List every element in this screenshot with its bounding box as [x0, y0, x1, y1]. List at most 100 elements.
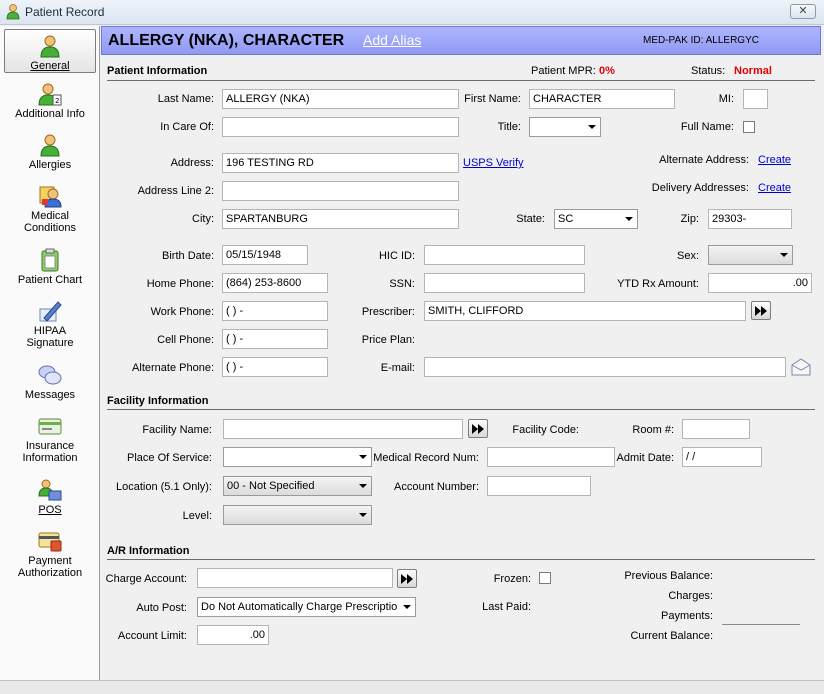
level-select[interactable]	[223, 505, 372, 525]
alt-address-label: Alternate Address:	[659, 154, 749, 166]
sidebar-item-insurance-information[interactable]: Insurance Information	[4, 414, 96, 464]
cell-phone-label: Cell Phone:	[157, 334, 214, 346]
facility-name-input[interactable]	[223, 419, 463, 439]
account-number-input[interactable]	[487, 476, 591, 496]
sidebar-item-label-2: Signature	[26, 337, 74, 349]
svg-text:2: 2	[55, 97, 59, 105]
account-limit-input[interactable]: .00	[197, 625, 269, 645]
fast-forward-icon	[472, 424, 484, 434]
mi-label: MI:	[718, 93, 734, 105]
address-input[interactable]: 196 TESTING RD	[222, 153, 459, 173]
price-plan-label: Price Plan:	[361, 334, 415, 346]
sex-select[interactable]	[708, 245, 793, 265]
first-name-input[interactable]: CHARACTER	[529, 89, 675, 109]
sidebar-item-patient-chart[interactable]: Patient Chart	[4, 248, 96, 286]
chevron-down-icon	[359, 455, 367, 459]
ssn-label: SSN:	[389, 278, 415, 290]
frozen-label: Frozen:	[493, 573, 531, 585]
chat-bubbles-icon	[38, 365, 62, 385]
email-input[interactable]	[424, 357, 786, 377]
mi-input[interactable]	[743, 89, 768, 109]
hic-id-input[interactable]	[424, 245, 585, 265]
state-select[interactable]: SC	[554, 209, 638, 229]
delivery-create-link[interactable]: Create	[758, 182, 791, 194]
status-bar	[0, 680, 824, 694]
title-label: Title:	[497, 121, 521, 133]
sidebar-item-pos[interactable]: POS	[4, 478, 96, 516]
status-label: Status:	[691, 65, 726, 77]
work-phone-label: Work Phone:	[150, 306, 214, 318]
ar-info-title: A/R Information	[107, 545, 190, 557]
sidebar-item-label-2: Information	[22, 452, 78, 464]
sidebar: General 2 Additional Info Allergies Medi…	[0, 26, 100, 680]
zip-label: Zip:	[680, 213, 699, 225]
envelope-icon[interactable]	[791, 358, 811, 376]
work-phone-input[interactable]: ( ) -	[222, 301, 328, 321]
address2-input[interactable]	[222, 181, 459, 201]
cell-phone-input[interactable]: ( ) -	[222, 329, 328, 349]
facility-lookup-button[interactable]	[468, 419, 488, 438]
prescriber-label: Prescriber:	[361, 306, 415, 318]
address-label: Address:	[170, 157, 214, 169]
medical-record-num-input[interactable]	[487, 447, 615, 467]
last-name-input[interactable]: ALLERGY (NKA)	[222, 89, 459, 109]
alternate-phone-input[interactable]: ( ) -	[222, 357, 328, 377]
insurance-card-icon	[38, 418, 62, 435]
location-select[interactable]: 00 - Not Specified	[223, 476, 372, 496]
sidebar-item-allergies[interactable]: Allergies	[4, 133, 96, 171]
sidebar-item-label: Additional Info	[15, 108, 85, 120]
place-of-service-select[interactable]	[223, 447, 372, 467]
city-label: City:	[192, 213, 214, 225]
add-alias-link[interactable]: Add Alias	[363, 32, 421, 48]
last-name-label: Last Name:	[157, 93, 214, 105]
birth-date-input[interactable]: 05/15/1948	[222, 245, 308, 265]
auto-post-select[interactable]: Do Not Automatically Charge Prescription	[197, 597, 416, 617]
sidebar-item-hipaa-signature[interactable]: HIPAA Signature	[4, 299, 96, 349]
section-divider	[107, 80, 815, 81]
sidebar-item-label: Medical	[31, 210, 69, 222]
chevron-down-icon	[359, 513, 367, 517]
room-input[interactable]	[682, 419, 750, 439]
sidebar-item-medical-conditions[interactable]: Medical Conditions	[4, 184, 96, 234]
sidebar-item-general[interactable]: General	[4, 29, 96, 73]
charge-account-lookup-button[interactable]	[397, 569, 417, 588]
chevron-down-icon	[780, 253, 788, 257]
sidebar-item-additional-info[interactable]: 2 Additional Info	[4, 82, 96, 120]
zip-input[interactable]: 29303-	[708, 209, 792, 229]
sidebar-item-label: POS	[38, 504, 62, 516]
patient-header: ALLERGY (NKA), CHARACTER Add Alias MED-P…	[101, 26, 821, 55]
usps-verify-link[interactable]: USPS Verify	[463, 157, 524, 169]
email-label: E-mail:	[380, 362, 415, 374]
chevron-down-icon	[625, 217, 633, 221]
sidebar-item-payment-authorization[interactable]: Payment Authorization	[4, 529, 96, 579]
alternate-phone-label: Alternate Phone:	[132, 362, 214, 374]
city-input[interactable]: SPARTANBURG	[222, 209, 459, 229]
auto-post-label: Auto Post:	[136, 602, 187, 614]
delivery-addresses-label: Delivery Addresses:	[651, 182, 749, 194]
admit-date-label: Admit Date:	[616, 452, 674, 464]
section-divider	[107, 559, 815, 560]
title-select[interactable]	[529, 117, 601, 137]
patient-record-panel: ALLERGY (NKA), CHARACTER Add Alias MED-P…	[101, 26, 824, 680]
state-label: State:	[516, 213, 545, 225]
clipboard-icon	[41, 248, 59, 272]
prescriber-input[interactable]: SMITH, CLIFFORD	[424, 301, 746, 321]
sidebar-item-messages[interactable]: Messages	[4, 363, 96, 401]
ssn-input[interactable]	[424, 273, 585, 293]
frozen-checkbox[interactable]	[539, 572, 551, 584]
full-name-checkbox[interactable]	[743, 121, 755, 133]
last-paid-label: Last Paid:	[482, 601, 531, 613]
home-phone-input[interactable]: (864) 253-8600	[222, 273, 328, 293]
prescriber-lookup-button[interactable]	[751, 301, 771, 320]
ytd-rx-amount-input[interactable]: .00	[708, 273, 812, 293]
close-button[interactable]: ✕	[790, 4, 816, 19]
sidebar-item-label-2: Authorization	[17, 567, 83, 579]
sidebar-item-label: Payment	[28, 555, 72, 567]
admit-date-input[interactable]: / /	[682, 447, 762, 467]
sidebar-item-label: Messages	[24, 389, 76, 401]
alt-address-create-link[interactable]: Create	[758, 154, 791, 166]
charge-account-input[interactable]	[197, 568, 393, 588]
current-balance-label: Current Balance:	[630, 630, 713, 642]
care-of-input[interactable]	[222, 117, 459, 137]
status-value: Normal	[734, 65, 772, 77]
